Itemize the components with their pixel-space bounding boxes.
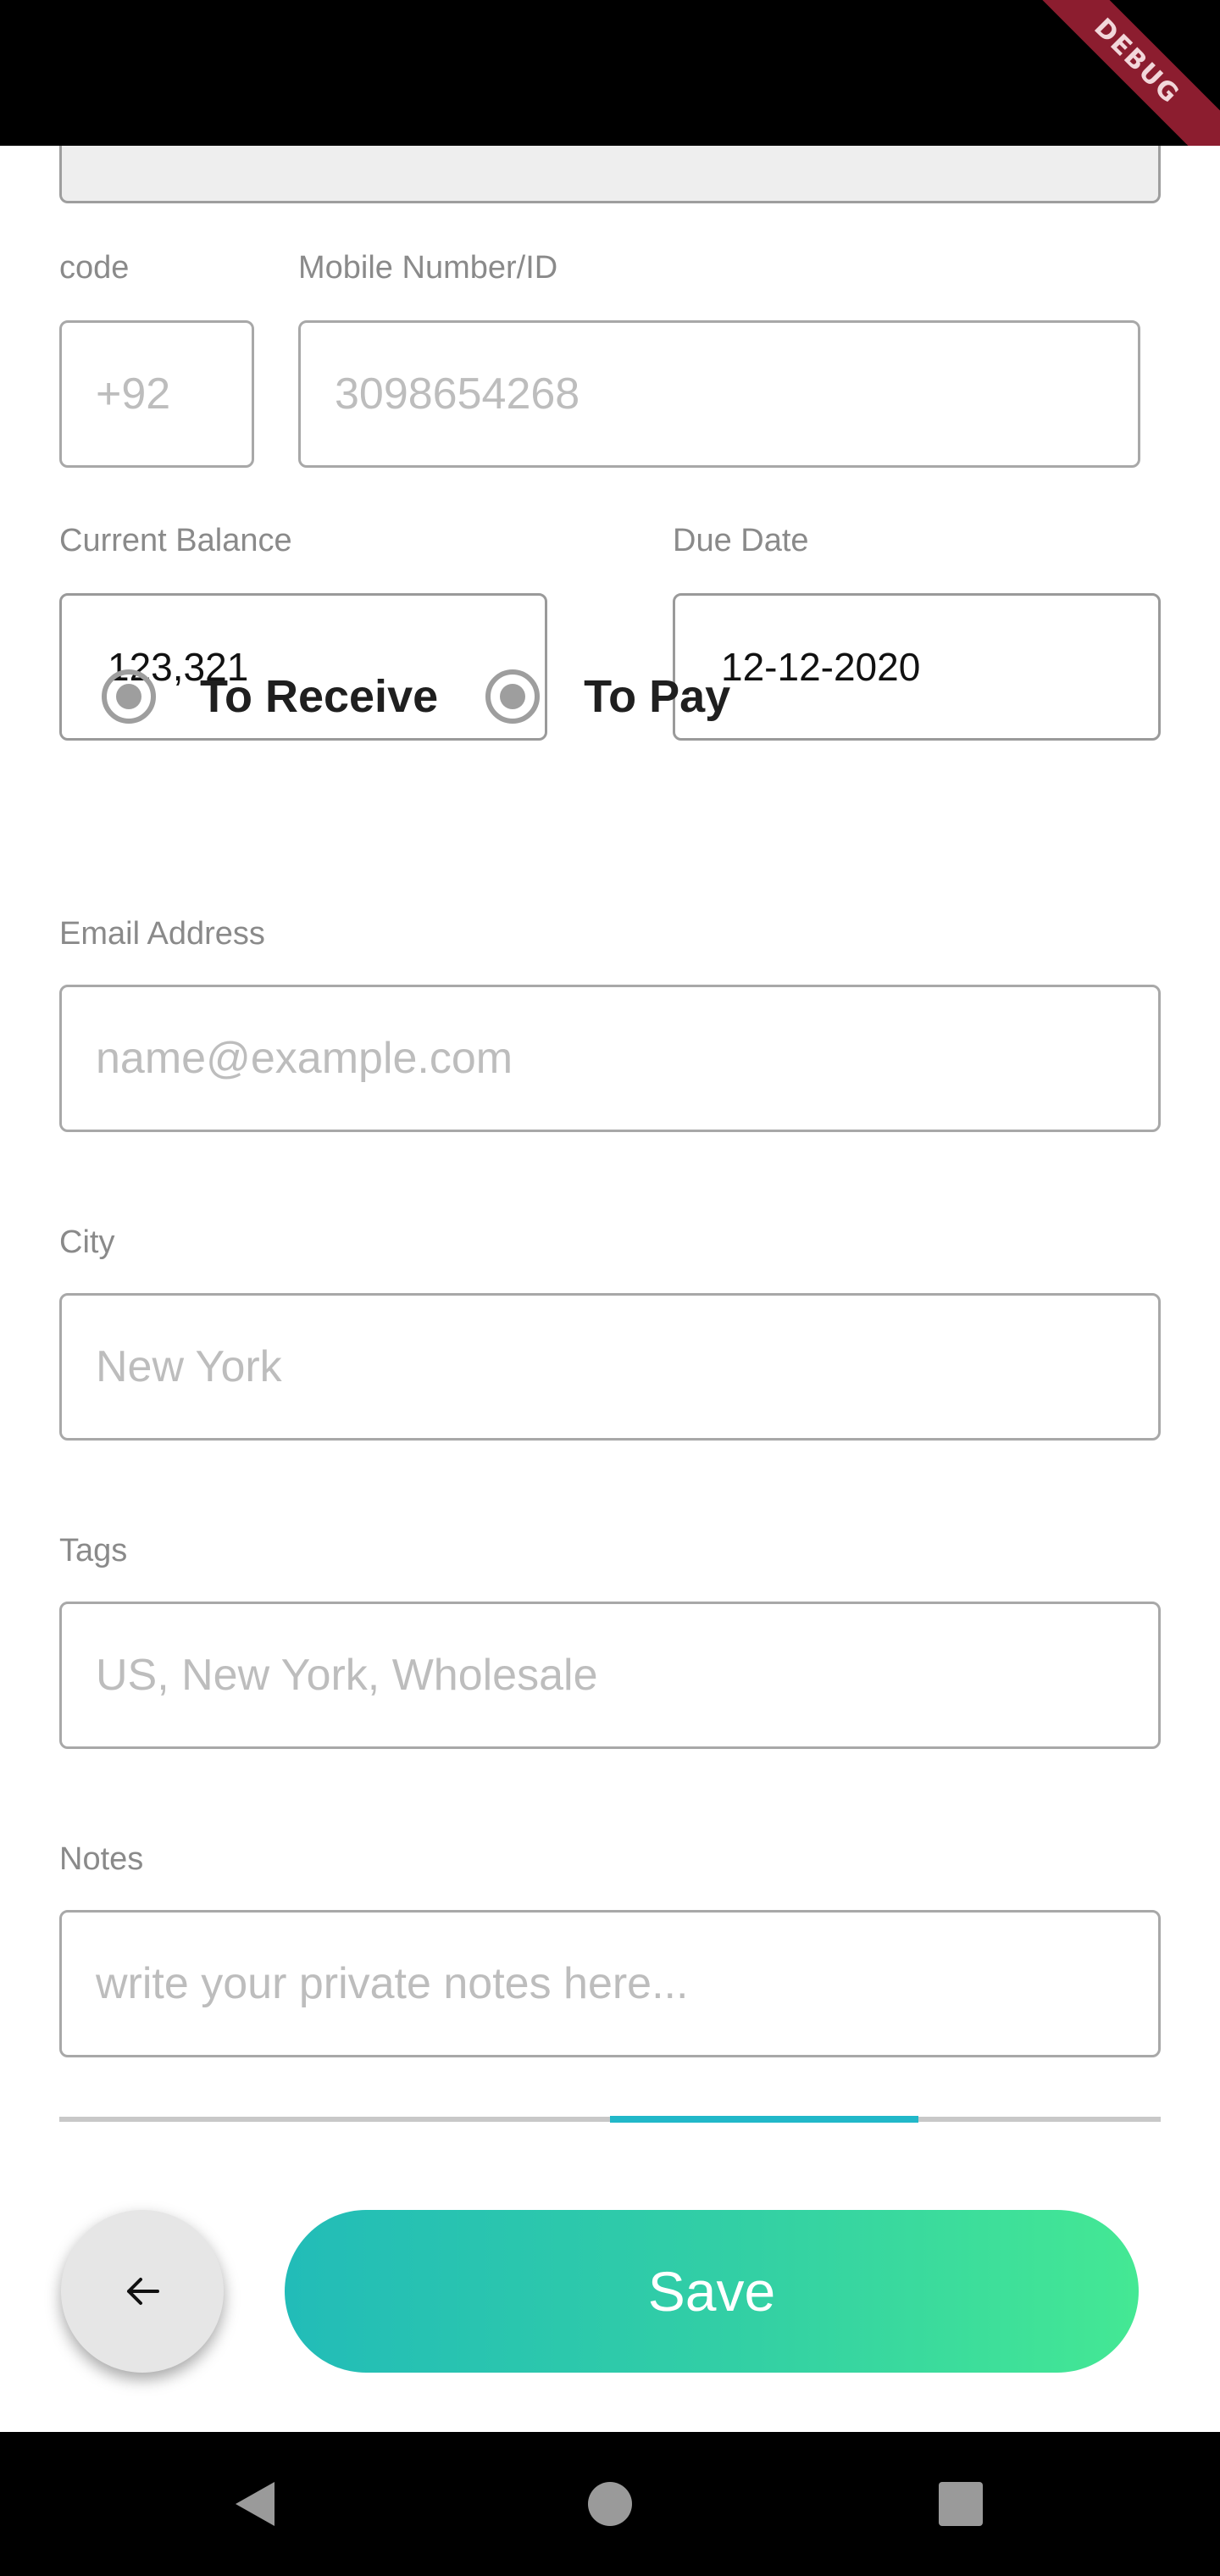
receive-pay-radio-group: To Receive To Pay [102,654,778,739]
back-button[interactable] [61,2210,224,2373]
code-label: code [59,250,130,286]
radio-to-receive[interactable]: To Receive [102,669,438,724]
save-button[interactable]: Save [285,2210,1139,2373]
notes-input[interactable]: write your private notes here... [59,1910,1161,2057]
tags-label: Tags [59,1533,128,1568]
balance-label: Current Balance [59,523,292,558]
city-label: City [59,1224,115,1260]
notes-label: Notes [59,1841,144,1877]
country-code-input[interactable]: +92 [59,320,254,468]
arrow-left-icon [127,2278,159,2305]
mobile-number-input[interactable]: 3098654268 [298,320,1140,468]
radio-to-receive-label: To Receive [200,671,439,722]
nav-back-button[interactable] [186,2432,322,2576]
form-content: code Mobile Number/ID +92 3098654268 Cur… [0,146,1220,2434]
back-triangle-icon [236,2482,274,2526]
recents-square-icon [939,2482,983,2526]
step-progress-track [59,2116,1161,2123]
radio-button-icon[interactable] [485,669,541,724]
debug-banner: DEBUG [994,0,1220,146]
status-bar: DEBUG [0,0,1220,146]
step-progress-indicator [610,2116,918,2123]
home-circle-icon [588,2482,632,2526]
email-input[interactable]: name@example.com [59,985,1161,1132]
radio-to-pay-label: To Pay [584,671,731,722]
nav-home-button[interactable] [542,2432,678,2576]
due-date-label: Due Date [673,523,809,558]
city-input[interactable]: New York [59,1293,1161,1441]
previous-field-input[interactable] [59,146,1161,203]
email-label: Email Address [59,916,265,952]
tags-input[interactable]: US, New York, Wholesale [59,1602,1161,1749]
radio-to-pay[interactable]: To Pay [485,669,730,724]
radio-button-icon[interactable] [102,669,156,724]
system-nav-bar [0,2432,1220,2576]
nav-recents-button[interactable] [893,2432,1029,2576]
mobile-label: Mobile Number/ID [298,250,558,286]
